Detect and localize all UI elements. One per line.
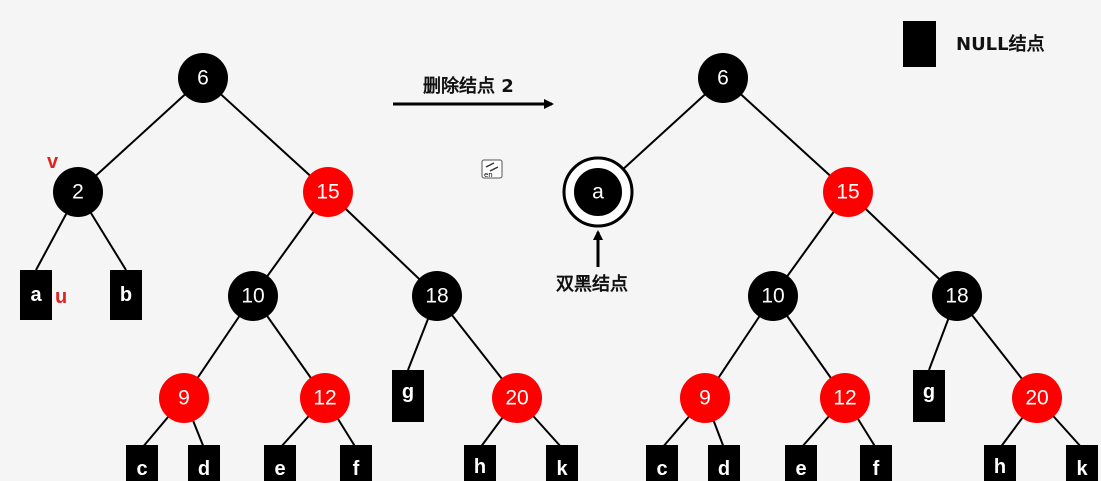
node-label: 18 — [425, 285, 448, 308]
node-6: 6 — [178, 53, 228, 103]
double-black-pointer: 双黑结点 — [556, 230, 628, 295]
double-black-node: a — [562, 156, 634, 228]
node-6: 6 — [698, 53, 748, 103]
null-leaf-g: g — [392, 370, 424, 422]
null-leaf-h: h — [464, 445, 496, 481]
leaf-label: k — [556, 458, 568, 480]
null-leaf-c: c — [646, 445, 678, 481]
node-12: 12 — [820, 373, 870, 423]
node-label: 20 — [505, 387, 528, 410]
left-tree-leaves: a b g c d e f h k — [20, 270, 578, 481]
leaf-label: a — [30, 284, 42, 306]
node-label: 15 — [836, 181, 859, 204]
node-10: 10 — [228, 271, 278, 321]
leaf-label: f — [353, 458, 360, 480]
edge-6-15 — [202, 77, 329, 193]
node-15: 15 — [303, 167, 353, 217]
legend: NULL结点 — [903, 21, 1045, 67]
null-leaf-c: c — [126, 445, 158, 481]
double-black-caption: 双黑结点 — [556, 273, 628, 295]
null-leaf-e: e — [264, 445, 296, 481]
node-15: 15 — [823, 167, 873, 217]
left-tree-edges — [35, 77, 563, 449]
node-label: 9 — [699, 387, 711, 410]
leaf-label: g — [923, 381, 935, 403]
node-9: 9 — [159, 373, 209, 423]
null-leaf-d: d — [188, 445, 220, 481]
null-leaf-d: d — [708, 445, 740, 481]
node-20: 20 — [1012, 373, 1062, 423]
annotation-v: v — [47, 151, 59, 173]
leaf-label: f — [873, 458, 880, 480]
node-10: 10 — [748, 271, 798, 321]
annotation-u: u — [55, 286, 67, 308]
node-label: 9 — [178, 387, 190, 410]
left-tree-nodes: 6 2 15 10 18 9 12 20 — [53, 53, 542, 423]
double-black-label: a — [592, 181, 604, 204]
null-leaf-h: h — [984, 445, 1016, 481]
node-label: 18 — [945, 285, 968, 308]
null-leaf-f: f — [860, 445, 892, 481]
legend-label: NULL结点 — [956, 33, 1045, 55]
node-9: 9 — [680, 373, 730, 423]
node-18: 18 — [932, 271, 982, 321]
leaf-label: h — [474, 456, 486, 478]
diagram-canvas: 6 2 15 10 18 9 12 20 a b g c d e f h k v… — [20, 21, 1098, 481]
null-leaf-a: a — [20, 270, 52, 320]
leaf-label: c — [136, 458, 147, 480]
translate-icon[interactable]: en — [481, 159, 503, 179]
node-2: 2 — [53, 167, 103, 217]
node-label: 15 — [316, 181, 339, 204]
translate-icon-text: en — [484, 171, 493, 179]
node-label: 6 — [717, 67, 729, 90]
leaf-label: k — [1076, 458, 1088, 480]
leaf-label: d — [198, 458, 210, 480]
node-label: 2 — [72, 181, 84, 204]
node-12: 12 — [300, 373, 350, 423]
node-label: 10 — [241, 285, 264, 308]
node-label: 20 — [1025, 387, 1048, 410]
node-18: 18 — [412, 271, 462, 321]
node-label: 6 — [197, 67, 209, 90]
operation-arrow: 删除结点 2 — [393, 75, 554, 109]
leaf-label: d — [718, 458, 730, 480]
null-leaf-e: e — [785, 445, 817, 481]
node-label: 12 — [833, 387, 856, 410]
edge-6-2 — [77, 77, 204, 193]
leaf-label: b — [120, 284, 132, 306]
edge-6-15 — [722, 77, 849, 193]
leaf-label: e — [795, 458, 806, 480]
null-leaf-k: k — [546, 445, 578, 481]
null-leaf-b: b — [110, 270, 142, 320]
right-tree-nodes: 6 15 10 18 9 12 20 — [680, 53, 1062, 423]
null-leaf-g: g — [913, 370, 945, 422]
legend-null-swatch — [903, 21, 936, 67]
leaf-label: e — [274, 458, 285, 480]
null-leaf-f: f — [340, 445, 372, 481]
leaf-label: c — [656, 458, 667, 480]
node-20: 20 — [492, 373, 542, 423]
node-label: 12 — [313, 387, 336, 410]
leaf-label: g — [402, 381, 414, 403]
null-leaf-k: k — [1066, 445, 1098, 481]
leaf-label: h — [994, 456, 1006, 478]
node-label: 10 — [761, 285, 784, 308]
operation-label: 删除结点 2 — [423, 75, 514, 97]
